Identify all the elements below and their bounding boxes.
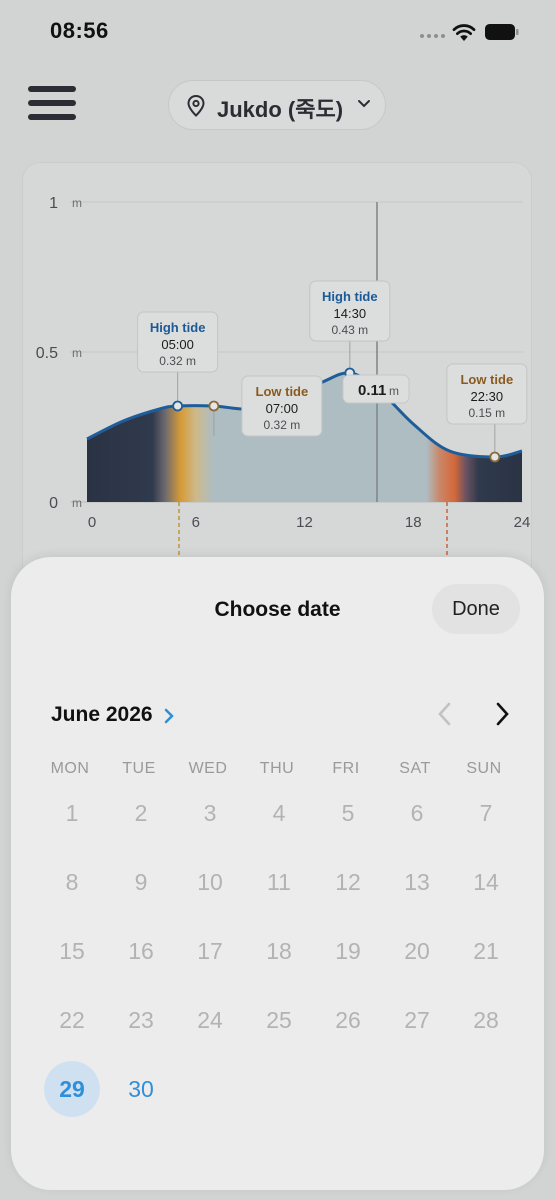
- event-height: 0.15 m: [468, 406, 505, 420]
- x-tick-label: 0: [88, 514, 96, 531]
- calendar-day: 12: [335, 869, 361, 895]
- event-height: 0.32 m: [264, 418, 301, 432]
- x-tick-label: 18: [405, 514, 422, 531]
- calendar-day: 9: [134, 869, 148, 895]
- calendar-day: 5: [341, 800, 355, 826]
- date-picker-sheet: Choose date Done June 2026 MON TUE WED T…: [11, 557, 544, 1190]
- previous-month-button[interactable]: [432, 700, 458, 728]
- y-unit-label: m: [72, 496, 82, 510]
- done-button[interactable]: Done: [432, 584, 520, 634]
- next-month-button[interactable]: [489, 700, 515, 728]
- calendar-day: 11: [267, 869, 291, 895]
- event-time: 14:30: [334, 306, 367, 321]
- chevron-right-icon[interactable]: [162, 707, 176, 725]
- y-unit-label: m: [72, 346, 82, 360]
- weekday-label: SAT: [399, 760, 431, 777]
- calendar-day[interactable]: 30: [113, 1061, 169, 1117]
- tide-chart: 0 6 12 18 24 1 m0.5 m0 m High tide05:000.32 mLo…: [36, 195, 531, 560]
- calendar-day: 23: [128, 1007, 154, 1033]
- y-tick-label: 1: [49, 195, 58, 212]
- event-time: 07:00: [266, 401, 299, 416]
- event-marker: [489, 451, 501, 463]
- calendar-day: 20: [404, 938, 430, 964]
- event-label: Low tide: [460, 372, 513, 387]
- calendar-day: 6: [410, 800, 424, 826]
- calendar-day: 15: [59, 938, 85, 964]
- calendar-day: 21: [473, 938, 499, 964]
- tide-event-low: Low tide 22:30 0.15 m: [446, 363, 528, 463]
- y-tick-label: 0: [49, 495, 58, 512]
- weekday-label: MON: [50, 760, 90, 777]
- month-year-label[interactable]: June 2026: [51, 703, 153, 727]
- current-height-label: 0.11 m: [342, 374, 410, 404]
- weekday-label: FRI: [332, 760, 360, 777]
- event-time: 22:30: [471, 389, 504, 404]
- calendar-day: 4: [272, 800, 286, 826]
- calendar-day-selected[interactable]: 29: [44, 1061, 100, 1117]
- calendar-day: 1: [65, 800, 79, 826]
- calendar-day: 25: [266, 1007, 292, 1033]
- tide-event-high: High tide 05:00 0.32 m: [137, 311, 219, 412]
- weekday-label: WED: [188, 760, 228, 777]
- event-label: Low tide: [256, 384, 309, 399]
- calendar-day: 26: [335, 1007, 361, 1033]
- calendar-day: 2: [134, 800, 148, 826]
- event-marker: [172, 400, 184, 412]
- calendar-day: 27: [404, 1007, 430, 1033]
- calendar-day: 18: [266, 938, 292, 964]
- x-tick-label: 6: [192, 514, 200, 531]
- calendar-day: 16: [128, 938, 154, 964]
- calendar-day: 19: [335, 938, 361, 964]
- calendar-day: 22: [59, 1007, 85, 1033]
- event-time: 05:00: [161, 337, 194, 352]
- x-tick-label: 12: [296, 514, 313, 531]
- weekday-label: THU: [259, 760, 295, 777]
- weekday-label: SUN: [466, 760, 502, 777]
- event-height: 0.43 m: [331, 323, 368, 337]
- calendar-day: 10: [197, 869, 223, 895]
- calendar-day: 3: [203, 800, 217, 826]
- event-marker: [208, 400, 220, 412]
- calendar-day: 7: [479, 800, 493, 826]
- event-label: High tide: [322, 289, 378, 304]
- y-tick-label: 0.5: [36, 345, 58, 362]
- svg-text:0.11: 0.11: [358, 382, 386, 399]
- calendar-day: 8: [65, 869, 79, 895]
- event-height: 0.32 m: [159, 354, 196, 368]
- y-unit-label: m: [72, 196, 82, 210]
- weekday-label: TUE: [122, 760, 156, 777]
- svg-text:m: m: [389, 384, 399, 398]
- calendar-day: 14: [473, 869, 499, 895]
- x-tick-label: 24: [514, 514, 531, 531]
- tide-event-high: High tide 14:30 0.43 m: [309, 280, 391, 379]
- weekday-header: MON TUE WED THU FRI SAT SUN: [35, 760, 532, 780]
- calendar-day: 17: [197, 938, 223, 964]
- calendar-day: 13: [404, 869, 430, 895]
- calendar-day: 24: [197, 1007, 223, 1033]
- event-label: High tide: [150, 320, 206, 335]
- calendar-day: 28: [473, 1007, 499, 1033]
